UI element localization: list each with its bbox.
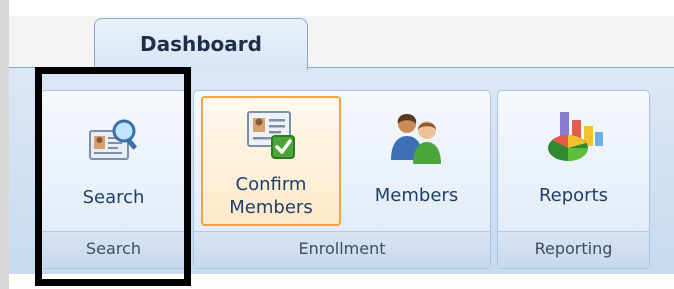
top-strip	[9, 0, 674, 16]
pie-bar-chart-icon	[547, 112, 603, 161]
members-icon	[390, 114, 441, 164]
left-edge	[0, 0, 9, 289]
tab-dashboard[interactable]: Dashboard	[94, 18, 308, 70]
reports-button-label: Reports	[538, 185, 609, 206]
highlight-box	[35, 67, 191, 286]
id-card-check-icon	[247, 111, 295, 159]
group-reporting: Reports Reporting	[497, 90, 650, 269]
members-button-label: Members	[374, 185, 459, 206]
confirm-members-button[interactable]: Confirm Members	[201, 96, 341, 226]
confirm-members-label-line1: Confirm	[235, 174, 307, 195]
members-button[interactable]: Members	[349, 96, 484, 226]
group-enrollment: Confirm Members Members Enrollment	[193, 90, 491, 269]
group-label-enrollment: Enrollment	[194, 231, 490, 268]
group-label-reporting: Reporting	[498, 231, 649, 268]
confirm-members-label-line2: Members	[229, 197, 313, 218]
reports-button[interactable]: Reports	[504, 96, 643, 226]
